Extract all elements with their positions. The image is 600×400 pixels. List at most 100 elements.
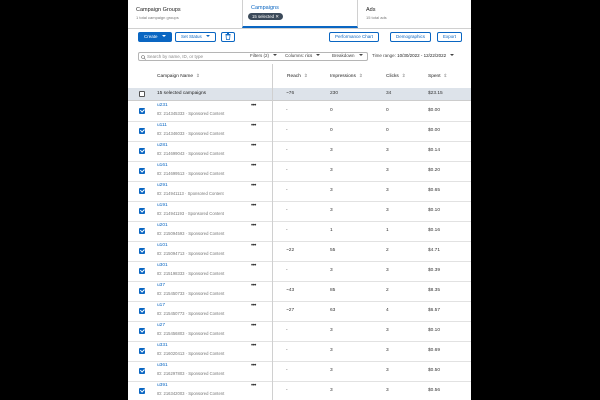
row-checkbox[interactable]	[139, 228, 145, 234]
more-options-icon[interactable]: •••	[251, 103, 256, 109]
performance-chart-button[interactable]: Performance Chart	[329, 32, 380, 42]
campaign-id: ID: 215094593 · Sponsored Content	[157, 231, 225, 236]
breakdown-dropdown[interactable]: Breakdown	[332, 53, 363, 58]
row-checkbox[interactable]	[139, 108, 145, 114]
campaign-name-link[interactable]: u291	[157, 183, 168, 188]
cell-clicks: 3	[386, 388, 389, 393]
table-row[interactable]: u17 ID: 215450773 · Sponsored Content ••• ~…	[128, 301, 471, 322]
column-header-impressions[interactable]: Impressions ⇳	[330, 73, 363, 79]
cell-spent: $0.69	[428, 348, 441, 353]
more-options-icon[interactable]: •••	[251, 303, 256, 309]
more-options-icon[interactable]: •••	[251, 223, 256, 229]
campaign-name-link[interactable]: u191	[157, 203, 168, 208]
column-divider	[272, 64, 273, 400]
table-row[interactable]: u301 ID: 215198333 · Sponsored Content •••…	[128, 261, 471, 282]
column-header-reach[interactable]: Reach ⇳	[287, 73, 308, 79]
campaign-name-link[interactable]: u37	[157, 283, 165, 288]
more-options-icon[interactable]: •••	[251, 263, 256, 269]
tab-ads[interactable]: Ads 15 total ads	[358, 0, 471, 28]
tab-campaigns[interactable]: Campaigns 15 selected ✕	[242, 0, 358, 28]
row-checkbox[interactable]	[139, 368, 145, 374]
campaign-name-link[interactable]: u111	[157, 123, 167, 128]
table-row[interactable]: u201 ID: 215094593 · Sponsored Content •••…	[128, 221, 471, 242]
column-header-label: Campaign Name	[157, 74, 193, 79]
table-row[interactable]: u291 ID: 214941113 · Sponsored Content •••…	[128, 181, 471, 202]
selection-chip[interactable]: 15 selected ✕	[248, 13, 283, 20]
campaign-name-link[interactable]: u391	[157, 383, 168, 388]
row-checkbox[interactable]	[139, 128, 145, 134]
campaign-name-link[interactable]: u331	[157, 343, 168, 348]
table-row[interactable]: u37 ID: 215450733 · Sponsored Content ••• ~…	[128, 281, 471, 302]
more-options-icon[interactable]: •••	[251, 203, 256, 209]
create-button[interactable]: Create	[138, 32, 172, 42]
row-checkbox[interactable]	[139, 308, 145, 314]
more-options-icon[interactable]: •••	[251, 283, 256, 289]
column-header-spent[interactable]: Spent ⇳	[428, 73, 447, 79]
table-row[interactable]: u101 ID: 215094713 · Sponsored Content •••…	[128, 241, 471, 262]
campaign-name-link[interactable]: u101	[157, 243, 168, 248]
row-checkbox[interactable]	[139, 388, 145, 394]
column-header-label: Clicks	[386, 74, 399, 79]
cell-impressions: 3	[330, 168, 333, 173]
cell-spent: $8.35	[428, 288, 441, 293]
table-row[interactable]: u191 ID: 214941193 · Sponsored Content •••…	[128, 201, 471, 222]
columns-dropdown[interactable]: Columns: rics	[285, 53, 321, 58]
column-header-name[interactable]: Campaign Name ⇳	[157, 73, 200, 79]
cell-clicks: 3	[386, 328, 389, 333]
more-options-icon[interactable]: •••	[251, 143, 256, 149]
column-header-clicks[interactable]: Clicks ⇳	[386, 73, 406, 79]
table-row[interactable]: u391 ID: 216342003 · Sponsored Content •••…	[128, 381, 471, 400]
more-options-icon[interactable]: •••	[251, 123, 256, 129]
row-checkbox[interactable]	[139, 168, 145, 174]
tab-campaign-groups[interactable]: Campaign Groups 1 total campaign groups	[128, 0, 242, 28]
campaign-name-link[interactable]: u231	[157, 103, 168, 108]
more-options-icon[interactable]: •••	[251, 163, 256, 169]
filters-dropdown[interactable]: Filters (2)	[250, 53, 277, 58]
table-row[interactable]: u111 ID: 214346033 · Sponsored Content •••…	[128, 121, 471, 142]
cell-reach: -	[286, 268, 288, 273]
row-checkbox[interactable]	[139, 248, 145, 254]
campaign-name-link[interactable]: u201	[157, 223, 168, 228]
select-all-checkbox[interactable]	[139, 91, 145, 97]
row-checkbox[interactable]	[139, 348, 145, 354]
row-checkbox[interactable]	[139, 188, 145, 194]
export-button[interactable]: Export	[437, 32, 463, 42]
row-checkbox[interactable]	[139, 268, 145, 274]
table-row[interactable]: u231 ID: 214345333 · Sponsored Content •••…	[128, 101, 471, 122]
delete-button[interactable]	[221, 32, 235, 42]
row-checkbox[interactable]	[139, 328, 145, 334]
sort-icon: ⇳	[358, 73, 363, 78]
campaign-name-link[interactable]: u361	[157, 363, 168, 368]
cell-reach: -	[286, 328, 288, 333]
row-checkbox[interactable]	[139, 208, 145, 214]
table-row[interactable]: u281 ID: 214699043 · Sponsored Content •••…	[128, 141, 471, 162]
cell-spent: $0.16	[428, 228, 441, 233]
more-options-icon[interactable]: •••	[251, 383, 256, 389]
set-status-button[interactable]: Set Status	[175, 32, 216, 42]
cell-reach: -	[286, 128, 288, 133]
more-options-icon[interactable]: •••	[251, 243, 256, 249]
time-range-dropdown[interactable]: Time range: 10/30/2022 - 12/22/2022	[372, 53, 455, 58]
demographics-button[interactable]: Demographics	[390, 32, 432, 42]
more-options-icon[interactable]: •••	[251, 343, 256, 349]
more-options-icon[interactable]: •••	[251, 363, 256, 369]
chevron-down-icon	[161, 35, 166, 37]
campaign-name-link[interactable]: u281	[157, 143, 168, 148]
table-row[interactable]: u161 ID: 214699513 · Sponsored Content •••…	[128, 161, 471, 182]
more-options-icon[interactable]: •••	[251, 183, 256, 189]
row-checkbox[interactable]	[139, 148, 145, 154]
row-checkbox[interactable]	[139, 288, 145, 294]
table-row[interactable]: u331 ID: 216020413 · Sponsored Content •••…	[128, 341, 471, 362]
campaign-id: ID: 215094713 · Sponsored Content	[157, 251, 225, 256]
cell-clicks: 3	[386, 268, 389, 273]
campaign-name-link[interactable]: u27	[157, 323, 165, 328]
table-row[interactable]: u27 ID: 215456803 · Sponsored Content ••• -…	[128, 321, 471, 342]
more-options-icon[interactable]: •••	[251, 323, 256, 329]
table-row[interactable]: u361 ID: 216297803 · Sponsored Content •••…	[128, 361, 471, 382]
campaign-name-link[interactable]: u161	[157, 163, 168, 168]
campaign-id: ID: 214941193 · Sponsored Content	[157, 211, 224, 216]
campaign-name-link[interactable]: u17	[157, 303, 165, 308]
campaign-name-link[interactable]: u301	[157, 263, 168, 268]
close-icon[interactable]: ✕	[275, 14, 279, 19]
cell-spent: $0.10	[428, 328, 441, 333]
